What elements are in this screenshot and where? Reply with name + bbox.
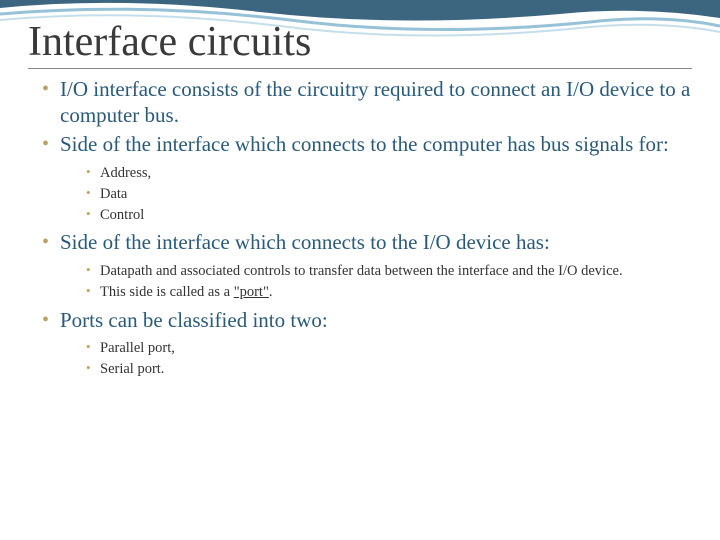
bullet-item: Side of the interface which connects to …	[42, 230, 692, 301]
sub-bullet-list: Datapath and associated controls to tran…	[60, 262, 692, 302]
sub-bullet-item: Serial port.	[86, 360, 692, 379]
slide-content: Interface circuits I/O interface consist…	[0, 0, 720, 379]
bullet-item: Ports can be classified into two: Parall…	[42, 308, 692, 379]
sub-bullet-item: Data	[86, 185, 692, 204]
port-term: "port"	[234, 284, 269, 300]
sub-bullet-item: Parallel port,	[86, 339, 692, 358]
sub-bullet-list: Parallel port, Serial port.	[60, 339, 692, 379]
sub-bullet-item: Datapath and associated controls to tran…	[86, 262, 692, 281]
bullet-text: Side of the interface which connects to …	[60, 230, 550, 254]
bullet-text: Ports can be classified into two:	[60, 308, 328, 332]
sub-bullet-item: Control	[86, 206, 692, 225]
sub-bullet-item: This side is called as a "port".	[86, 283, 692, 302]
slide-title: Interface circuits	[28, 18, 692, 69]
sub-bullet-list: Address, Data Control	[60, 164, 692, 225]
sub-bullet-text-pre: This side is called as a	[100, 284, 234, 300]
bullet-item: I/O interface consists of the circuitry …	[42, 77, 692, 128]
bullet-item: Side of the interface which connects to …	[42, 132, 692, 224]
main-bullet-list: I/O interface consists of the circuitry …	[28, 77, 692, 379]
sub-bullet-item: Address,	[86, 164, 692, 183]
sub-bullet-text-post: .	[269, 284, 273, 300]
bullet-text: Side of the interface which connects to …	[60, 132, 669, 156]
